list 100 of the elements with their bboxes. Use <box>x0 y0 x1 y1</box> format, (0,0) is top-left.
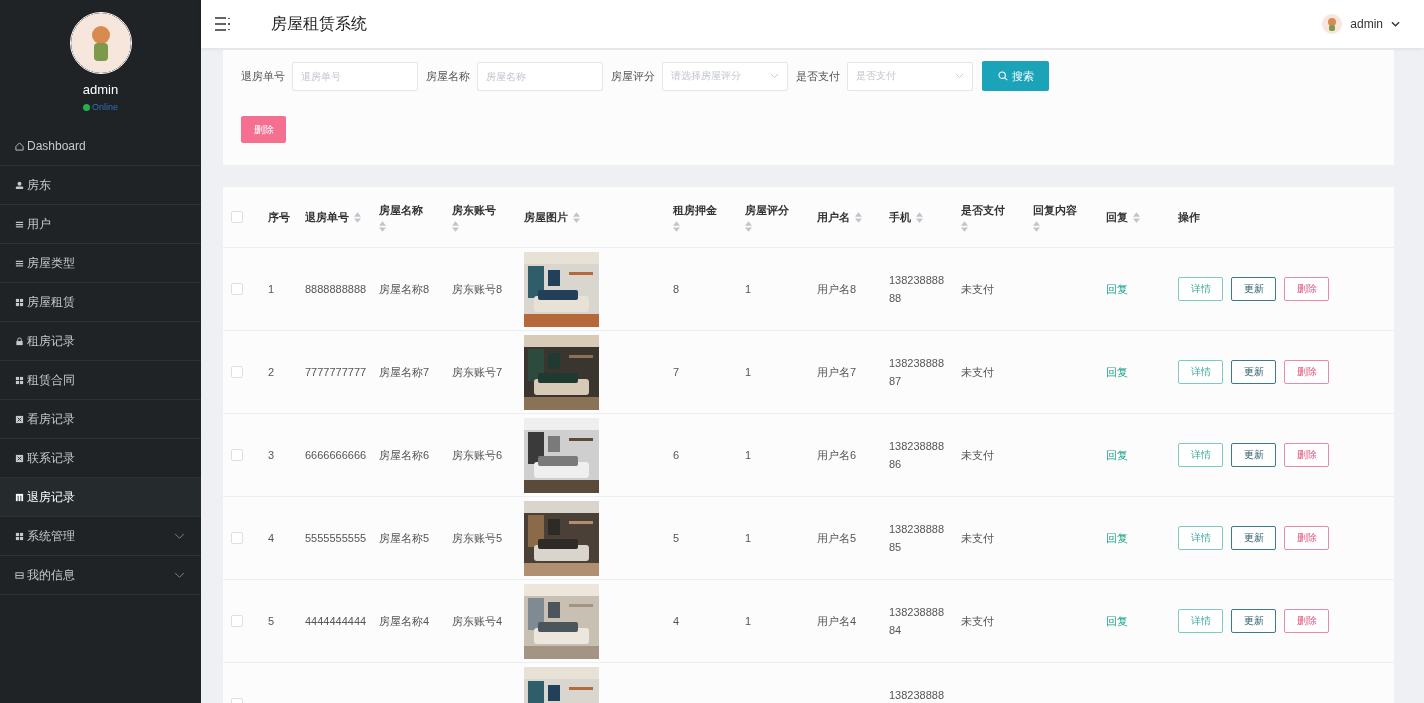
checkbox[interactable] <box>231 532 243 544</box>
sort-icon[interactable] <box>379 220 386 232</box>
home-icon <box>15 141 24 151</box>
user-menu[interactable]: admin <box>1322 14 1400 34</box>
update-button[interactable]: 更新 <box>1231 360 1276 384</box>
table-cell: 房屋名称6 <box>379 448 430 461</box>
sort-icon[interactable] <box>1033 220 1040 232</box>
update-button[interactable]: 更新 <box>1231 277 1276 301</box>
field-label: 退房单号 <box>241 68 285 84</box>
field-label: 房屋评分 <box>611 68 655 84</box>
menu-icon[interactable] <box>215 17 231 31</box>
menu-item[interactable]: 退房记录 <box>0 478 201 517</box>
checkbox[interactable] <box>231 615 243 627</box>
update-button[interactable]: 更新 <box>1231 609 1276 633</box>
column-header: 房东账号 <box>452 202 496 217</box>
chevron-down-icon <box>174 571 185 579</box>
table-cell: 4 <box>268 532 275 544</box>
column-header: 租房押金 <box>673 202 717 217</box>
sort-icon[interactable] <box>673 220 680 232</box>
detail-button[interactable]: 详情 <box>1178 443 1223 467</box>
column-header: 操作 <box>1178 210 1200 224</box>
menu-item[interactable]: 房屋类型 <box>0 244 201 283</box>
sort-icon[interactable] <box>745 220 752 232</box>
menu-item[interactable]: 租房记录 <box>0 322 201 361</box>
chevron-down-icon <box>770 73 779 79</box>
table-cell-text: 13823888888 <box>889 273 945 306</box>
detail-button[interactable]: 详情 <box>1178 277 1223 301</box>
table-cell: 未支付 <box>961 448 994 461</box>
column-header: 退房单号 <box>305 210 349 224</box>
menu-item[interactable]: 用户 <box>0 205 201 244</box>
table-cell: 用户名6 <box>817 448 857 461</box>
table-cell: 房屋名称5 <box>379 531 430 544</box>
menu-item[interactable]: 我的信息 <box>0 556 201 595</box>
detail-button[interactable]: 详情 <box>1178 526 1223 550</box>
reply-link[interactable]: 回复 <box>1106 282 1128 295</box>
lock-icon <box>15 336 24 346</box>
grid-icon <box>15 297 24 307</box>
menu-item[interactable]: 看房记录 <box>0 400 201 439</box>
search-button[interactable]: 搜索 <box>982 61 1049 91</box>
update-button[interactable]: 更新 <box>1231 443 1276 467</box>
column-header: 房屋图片 <box>524 210 568 224</box>
table-cell: 房东账号5 <box>452 531 503 544</box>
table-cell: 房东账号4 <box>452 614 503 627</box>
table-cell: 8 <box>673 283 680 295</box>
table-cell: 用户名4 <box>817 614 857 627</box>
column-header: 序号 <box>268 210 290 224</box>
menu-item[interactable]: Dashboard <box>0 127 201 166</box>
table-cell-text: 13823888887 <box>889 356 945 389</box>
app-title: 房屋租赁系统 <box>271 13 367 34</box>
column-header: 手机 <box>889 210 911 224</box>
delete-button[interactable]: 删除 <box>1284 443 1329 467</box>
sort-icon[interactable] <box>961 220 968 232</box>
sort-icon[interactable] <box>1133 211 1140 223</box>
menu-item[interactable]: 租赁合同 <box>0 361 201 400</box>
search-icon <box>997 71 1008 81</box>
sort-icon[interactable] <box>855 211 862 223</box>
avatar-icon <box>69 12 132 74</box>
detail-button[interactable]: 详情 <box>1178 360 1223 384</box>
delete-button[interactable]: 删除 <box>1284 360 1329 384</box>
table-cell: 房东账号6 <box>452 448 503 461</box>
table-cell: 7777777777 <box>305 366 367 378</box>
box-icon <box>15 414 24 424</box>
table-cell: 5555555555 <box>305 532 367 544</box>
table-cell-text: 13823888885 <box>889 522 945 555</box>
sort-icon[interactable] <box>354 211 361 223</box>
reply-link[interactable]: 回复 <box>1106 614 1128 627</box>
table-cell: 未支付 <box>961 531 994 544</box>
table-cell-text: 13823888886 <box>889 439 945 472</box>
delete-button[interactable]: 删除 <box>1284 526 1329 550</box>
sort-icon[interactable] <box>573 211 580 223</box>
reply-link[interactable]: 回复 <box>1106 531 1128 544</box>
detail-button[interactable]: 详情 <box>1178 609 1223 633</box>
checkbox[interactable] <box>231 366 243 378</box>
calendar-icon <box>15 492 24 502</box>
table-cell: 1 <box>745 449 752 461</box>
table-cell-text: 138238888 <box>889 688 945 703</box>
menu-item[interactable]: 房东 <box>0 166 201 205</box>
delete-button[interactable]: 删除 <box>1284 609 1329 633</box>
checkbox[interactable] <box>231 283 243 295</box>
table-cell: 未支付 <box>961 282 994 295</box>
table-cell: 4 <box>673 615 680 627</box>
checkbox[interactable] <box>231 449 243 461</box>
grid-icon <box>15 375 24 385</box>
checkbox[interactable] <box>231 211 243 223</box>
menu-item[interactable]: 系统管理 <box>0 517 201 556</box>
reply-link[interactable]: 回复 <box>1106 448 1128 461</box>
table-cell: 6 <box>673 449 680 461</box>
table-cell: 5 <box>673 532 680 544</box>
sort-icon[interactable] <box>916 211 923 223</box>
menu-item[interactable]: 房屋租赁 <box>0 283 201 322</box>
delete-button[interactable]: 删除 <box>241 116 286 143</box>
update-button[interactable]: 更新 <box>1231 526 1276 550</box>
reply-link[interactable]: 回复 <box>1106 365 1128 378</box>
delete-button[interactable]: 删除 <box>1284 277 1329 301</box>
table-cell: 3 <box>268 449 275 461</box>
table-cell: 1 <box>745 532 752 544</box>
table-cell: 用户名5 <box>817 531 857 544</box>
sort-icon[interactable] <box>452 220 459 232</box>
column-header: 回复 <box>1106 210 1128 224</box>
table-cell: 房东账号7 <box>452 365 503 378</box>
